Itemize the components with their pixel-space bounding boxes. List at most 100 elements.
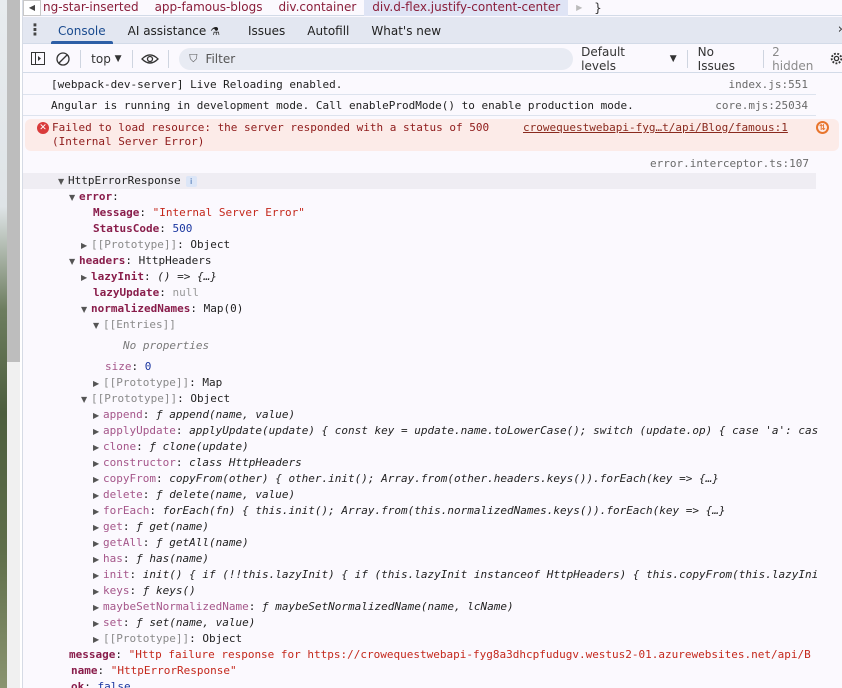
error-source-link[interactable]: crowequestwebapi-fyg…t/api/Blog/famous:1 xyxy=(523,121,788,135)
tree-node-prototype[interactable]: ▶ [[Prototype]]: Object xyxy=(23,631,842,647)
prop-key: StatusCode xyxy=(93,222,160,235)
prop-key: set xyxy=(103,616,123,629)
object-tree: ▼ HttpErrorResponse i ▼ error: Message: "In… xyxy=(23,173,842,688)
tree-prop: message: "Http failure response for http… xyxy=(69,648,811,661)
collapsed-arrow-icon: ▶ xyxy=(81,241,88,250)
collapsed-arrow-icon: ▶ xyxy=(93,507,100,516)
tree-node-prototype[interactable]: ▼ [[Prototype]]: Object xyxy=(23,391,842,407)
network-request-icon[interactable]: ⇅ xyxy=(816,121,829,134)
filter-placeholder: Filter xyxy=(205,51,236,66)
tree-node-method[interactable]: ▶ constructor: class HttpHeaders xyxy=(23,455,818,471)
tree-node-method[interactable]: ▶ has: ƒ has(name) xyxy=(23,551,818,567)
tree-root[interactable]: ▼ HttpErrorResponse i xyxy=(23,173,816,189)
prop-value: forEach(fn) { this.init(); Array.from(th… xyxy=(162,504,726,517)
prop-value: Object xyxy=(202,632,243,645)
breadcrumb-item-selected[interactable]: div.d-flex.justify-content-center xyxy=(364,0,569,16)
prop-value: ƒ keys() xyxy=(142,584,196,597)
tab-console[interactable]: Console xyxy=(47,17,117,44)
tab-autofill[interactable]: Autofill xyxy=(296,17,360,44)
log-levels-dropdown[interactable]: Default levels ▼ xyxy=(581,45,677,73)
levels-label: Default levels xyxy=(581,44,626,73)
prototype-methods: ▶ append: ƒ append(name, value) ▶ applyUpda… xyxy=(23,407,842,631)
tree-node-method[interactable]: ▶ set: ƒ set(name, value) xyxy=(23,615,818,631)
tree-node-method[interactable]: ▶ applyUpdate: applyUpdate(update) { cons… xyxy=(23,423,818,439)
tree-node-error[interactable]: ▼ error: xyxy=(23,189,842,205)
page-scrollbar[interactable] xyxy=(7,0,20,362)
tree-node-entries[interactable]: ▼ [[Entries]] xyxy=(23,317,842,333)
console-error-message: ✕ Failed to load resource: the server re… xyxy=(25,119,839,151)
tree-node-prototype[interactable]: ▶ [[Prototype]]: Object xyxy=(23,237,842,253)
tree-node-prototype[interactable]: ▶ [[Prototype]]: Map xyxy=(23,375,842,391)
info-icon[interactable]: i xyxy=(185,176,197,187)
collapsed-arrow-icon: ▶ xyxy=(93,459,100,468)
error-text-line2: (Internal Server Error) xyxy=(52,135,205,148)
prop-key: [[Prototype]] xyxy=(103,632,190,645)
tree-node-method[interactable]: ▶ maybeSetNormalizedName: ƒ maybeSetNorma… xyxy=(23,599,818,615)
breadcrumb-item[interactable]: ng-star-inserted xyxy=(41,0,147,16)
prop-value: 0 xyxy=(144,360,152,373)
context-selector[interactable]: top ▼ xyxy=(87,45,125,73)
prop-key: headers xyxy=(79,254,126,267)
filter-input[interactable]: ⛉ Filter xyxy=(179,47,574,70)
tree-node-method[interactable]: ▶ copyFrom: copyFrom(other) { other.init(… xyxy=(23,471,818,487)
console-message: Angular is running in development mode. … xyxy=(23,95,816,116)
tab-ai-assistance[interactable]: AI assistance ⚗ xyxy=(117,17,231,44)
desktop-background xyxy=(0,0,7,688)
breadcrumb-item[interactable]: app-famous-blogs xyxy=(147,0,271,16)
tree-node-method[interactable]: ▶ delete: ƒ delete(name, value) xyxy=(23,487,818,503)
tree-node-method[interactable]: ▶ forEach: forEach(fn) { this.init(); Arr… xyxy=(23,503,818,519)
tree-prop: ok: false xyxy=(23,679,842,688)
prop-value: Object xyxy=(190,238,231,251)
breadcrumb-item[interactable]: div.container xyxy=(270,0,364,16)
issues-button[interactable]: No Issues xyxy=(698,45,755,73)
tree-node-method[interactable]: ▶ getAll: ƒ getAll(name) xyxy=(23,535,818,551)
error-icon: ✕ xyxy=(37,122,49,134)
prop-value: ƒ getAll(name) xyxy=(156,536,249,549)
tab-whats-new[interactable]: What's new xyxy=(360,17,452,44)
prop-key: error xyxy=(79,190,113,203)
tab-label: AI assistance xyxy=(127,23,207,38)
collapsed-arrow-icon: ▶ xyxy=(93,635,100,644)
prop-value: ƒ delete(name, value) xyxy=(156,488,296,501)
settings-gear-icon[interactable] xyxy=(830,45,842,73)
separator xyxy=(686,49,688,68)
sidebar-toggle-icon[interactable] xyxy=(23,45,53,73)
prop-key: delete xyxy=(103,488,143,501)
prop-key: lazyInit xyxy=(91,270,144,283)
hidden-messages-count: 2 hidden xyxy=(772,44,814,73)
clear-console-icon[interactable] xyxy=(53,45,75,73)
message-source-link[interactable]: index.js:551 xyxy=(729,74,808,95)
prop-key: [[Prototype]] xyxy=(91,238,178,251)
prop-key: keys xyxy=(103,584,130,597)
tree-node-method[interactable]: ▶ get: ƒ get(name) xyxy=(23,519,818,535)
tree-node-method[interactable]: ▶ clone: ƒ clone(update) xyxy=(23,439,818,455)
tree-node-lazyinit[interactable]: ▶ lazyInit: () => {…} xyxy=(23,269,842,285)
tab-issues[interactable]: Issues xyxy=(237,17,296,44)
tree-node-normalizednames[interactable]: ▼ normalizedNames: Map(0) xyxy=(23,301,842,317)
prop-key: name xyxy=(71,664,98,677)
tree-node-method[interactable]: ▶ append: ƒ append(name, value) xyxy=(23,407,818,423)
prop-value: "Http failure response for https://crowe… xyxy=(128,648,811,661)
tree-node-headers[interactable]: ▼ headers: HttpHeaders xyxy=(23,253,842,269)
caret-down-icon: ▼ xyxy=(669,53,677,64)
expanded-arrow-icon: ▼ xyxy=(69,257,76,266)
eye-icon[interactable] xyxy=(139,45,163,73)
tree-node-method[interactable]: ▶ init: init() { if (!!this.lazyInit) { i… xyxy=(23,567,818,583)
tree-prop: Message: "Internal Server Error" xyxy=(93,206,305,219)
tree-node-method[interactable]: ▶ keys: ƒ keys() xyxy=(23,583,818,599)
chevron-right-icon[interactable]: › xyxy=(838,22,842,37)
more-tabs-icon[interactable]: ⋮ xyxy=(23,20,47,40)
scroll-right-icon[interactable]: ▶ xyxy=(568,3,590,12)
message-source-link[interactable]: core.mjs:25034 xyxy=(715,95,808,116)
page-gutter xyxy=(7,362,20,688)
prop-value: init() { if (!!this.lazyInit) { if (this… xyxy=(142,568,818,581)
log-source-link[interactable]: error.interceptor.ts:107 xyxy=(23,151,842,173)
collapsed-arrow-icon: ▶ xyxy=(93,411,100,420)
tree-prop: lazyUpdate: null xyxy=(93,286,199,299)
prop-value: null xyxy=(172,286,199,299)
scroll-left-icon[interactable]: ◀ xyxy=(23,0,41,16)
elements-breadcrumb: ◀ ng-star-inserted app-famous-blogs div.… xyxy=(23,0,842,16)
expanded-arrow-icon: ▼ xyxy=(58,177,65,186)
collapsed-arrow-icon: ▶ xyxy=(93,619,100,628)
prop-key: get xyxy=(103,520,123,533)
